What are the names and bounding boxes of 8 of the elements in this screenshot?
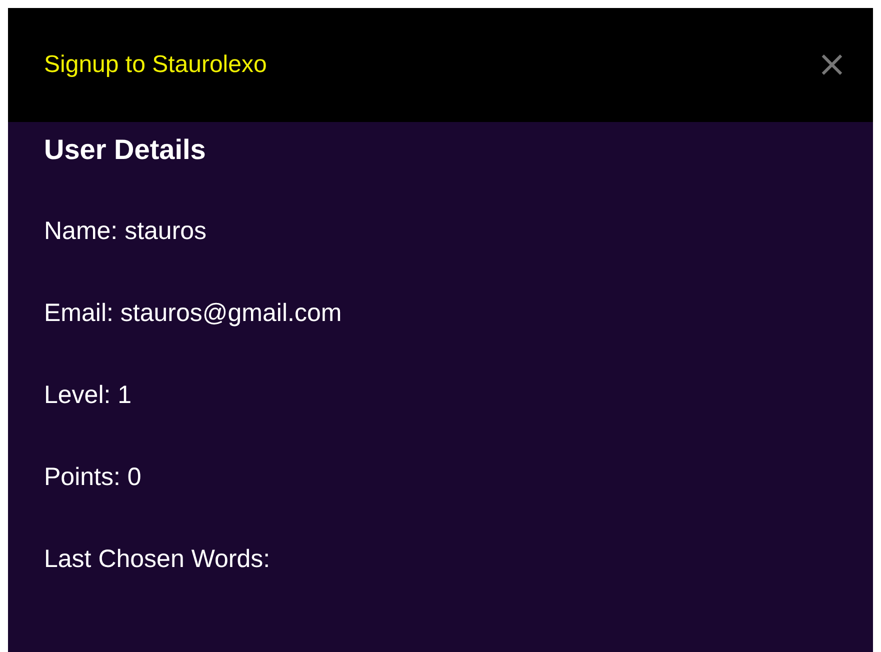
detail-text: Level: 1 (44, 380, 133, 410)
close-button[interactable]: × (810, 47, 853, 83)
dialog-title: Signup to Staurolexo (44, 51, 267, 79)
detail-text: Points: 0 (44, 462, 142, 492)
detail-text: Email: stauros@gmail.com (44, 298, 343, 328)
detail-text: Name: stauros (44, 216, 208, 246)
section-heading: User Details (44, 134, 207, 166)
detail-text: Last Chosen Words: (44, 544, 272, 574)
